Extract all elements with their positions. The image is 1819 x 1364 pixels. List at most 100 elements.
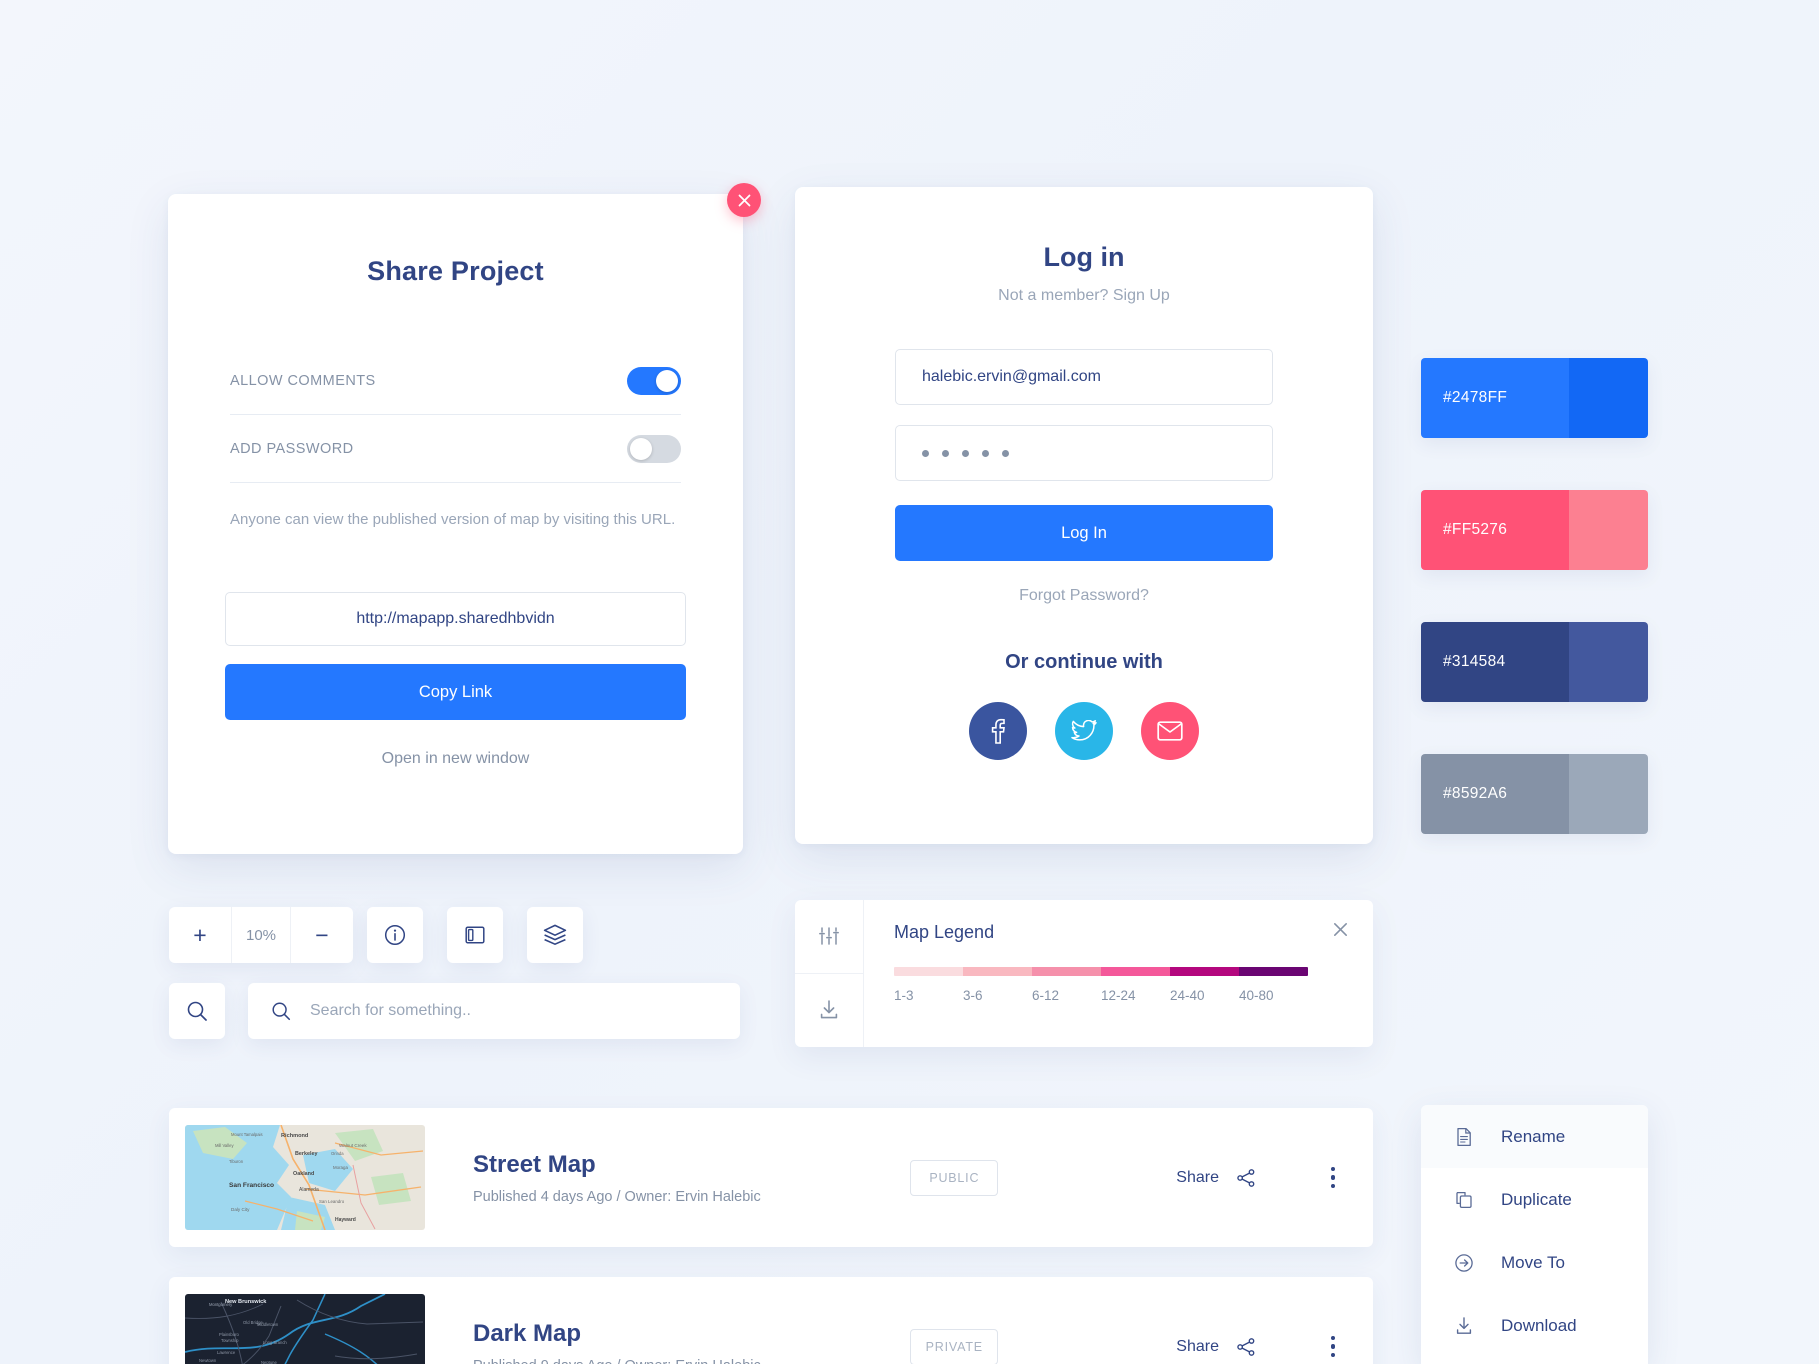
swatch-alt-shade <box>1569 358 1648 438</box>
map-list-item[interactable]: Montgomery New Brunswick Old Bridge Midd… <box>169 1277 1373 1364</box>
share-url-value: http://mapapp.sharedhbvidn <box>356 610 555 628</box>
allow-comments-toggle[interactable] <box>627 366 681 395</box>
color-swatch: #314584 <box>1421 622 1648 702</box>
copy-icon <box>1453 1189 1475 1211</box>
login-dialog: Log in Not a member? Sign Up halebic.erv… <box>795 187 1373 844</box>
app-canvas: Share Project ALLOW COMMENTS ADD PASSWOR… <box>0 0 1819 1364</box>
dot <box>1330 1335 1336 1341</box>
map-thumbnail-street: Mount Tamalpais Mill Valley Tiburon Rich… <box>185 1125 425 1230</box>
map-info: Dark Map Published 9 days Ago / Owner: E… <box>473 1320 910 1364</box>
forgot-password-link[interactable]: Forgot Password? <box>795 587 1373 605</box>
share-icon <box>1237 1337 1255 1356</box>
close-button[interactable] <box>727 183 761 217</box>
dot <box>1330 1166 1336 1172</box>
svg-text:Plainsboro: Plainsboro <box>219 1332 239 1337</box>
info-button[interactable] <box>367 907 423 963</box>
signup-link[interactable]: Not a member? Sign Up <box>795 287 1373 305</box>
svg-text:Moraga: Moraga <box>333 1165 348 1170</box>
filter-sliders-button[interactable] <box>795 900 863 974</box>
search-bar[interactable] <box>248 983 740 1039</box>
svg-text:Walnut Creek: Walnut Creek <box>339 1143 367 1148</box>
close-icon <box>1333 922 1347 936</box>
street-map-preview: Mount Tamalpais Mill Valley Tiburon Rich… <box>185 1125 425 1230</box>
copy-link-button[interactable]: Copy Link <box>225 664 686 721</box>
share-action[interactable]: Share <box>1176 1336 1257 1358</box>
facebook-icon <box>991 718 1005 744</box>
map-info: Street Map Published 4 days Ago / Owner:… <box>473 1151 910 1205</box>
share-project-title: Share Project <box>367 256 544 286</box>
share-label: Share <box>1176 1168 1219 1186</box>
swatch-alt-shade <box>1569 622 1648 702</box>
svg-text:Richmond: Richmond <box>281 1133 309 1139</box>
menu-item-label: Rename <box>1501 1126 1566 1146</box>
svg-text:Newtown: Newtown <box>199 1358 217 1363</box>
login-button[interactable]: Log In <box>895 505 1273 561</box>
search-icon <box>187 1001 207 1021</box>
svg-text:New Brunswick: New Brunswick <box>225 1299 267 1305</box>
social-login-group <box>795 702 1373 760</box>
legend-close-button[interactable] <box>1327 916 1353 942</box>
map-title: Street Map <box>473 1150 596 1178</box>
layers-button[interactable] <box>527 907 583 963</box>
row-overflow-menu-button[interactable] <box>1313 1158 1353 1198</box>
legend-download-button[interactable] <box>795 974 863 1048</box>
svg-text:Township: Township <box>221 1338 239 1343</box>
svg-text:San Leandro: San Leandro <box>319 1199 345 1204</box>
swatch-alt-shade <box>1569 754 1648 834</box>
panel-icon <box>465 926 485 944</box>
search-input[interactable] <box>310 1002 718 1020</box>
open-in-new-window-link[interactable]: Open in new window <box>168 750 743 768</box>
menu-item-move-to[interactable]: Move To <box>1421 1231 1648 1294</box>
zoom-control-group: + 10% − <box>169 907 353 963</box>
svg-text:Berkeley: Berkeley <box>295 1151 317 1157</box>
map-meta: Published 4 days Ago / Owner: Ervin Hale… <box>473 1188 761 1205</box>
panel-toggle-button[interactable] <box>447 907 503 963</box>
allow-comments-row: ALLOW COMMENTS <box>230 347 681 415</box>
email-value: halebic.ervin@gmail.com <box>922 368 1101 385</box>
menu-item-rename[interactable]: Rename <box>1421 1105 1648 1168</box>
facebook-login-button[interactable] <box>969 702 1027 760</box>
color-palette: #2478FF #FF5276 #314584 #8592A6 <box>1421 358 1648 886</box>
swatch-hex-label: #2478FF <box>1421 358 1569 438</box>
twitter-login-button[interactable] <box>1055 702 1113 760</box>
dot <box>1330 1183 1336 1189</box>
add-password-row: ADD PASSWORD <box>230 415 681 483</box>
email-login-button[interactable] <box>1141 702 1199 760</box>
legend-label: 12-24 <box>1101 988 1136 1003</box>
toggle-knob <box>630 437 652 460</box>
svg-text:Daly City: Daly City <box>231 1207 250 1212</box>
share-action[interactable]: Share <box>1176 1167 1257 1189</box>
email-field[interactable]: halebic.ervin@gmail.com <box>895 349 1273 405</box>
map-thumbnail-dark: Montgomery New Brunswick Old Bridge Midd… <box>185 1294 425 1364</box>
zoom-out-button[interactable]: − <box>291 907 353 963</box>
visibility-badge: PUBLIC <box>910 1159 999 1196</box>
legend-body: Map Legend 1-3 3-6 6-12 12-24 24-40 40-8… <box>864 900 1373 1047</box>
svg-text:Long Branch: Long Branch <box>263 1340 287 1345</box>
dot <box>1330 1175 1336 1180</box>
menu-item-label: Download <box>1501 1315 1577 1335</box>
svg-text:Tiburon: Tiburon <box>229 1159 244 1164</box>
menu-item-duplicate[interactable]: Duplicate <box>1421 1168 1648 1231</box>
svg-text:Oakland: Oakland <box>293 1171 314 1177</box>
document-icon <box>1453 1126 1475 1148</box>
menu-item-download[interactable]: Download <box>1421 1294 1648 1357</box>
search-button[interactable] <box>169 983 225 1039</box>
legend-band <box>894 967 963 976</box>
color-swatch: #FF5276 <box>1421 490 1648 570</box>
add-password-toggle[interactable] <box>627 434 681 463</box>
svg-text:Lawrence: Lawrence <box>217 1350 236 1355</box>
share-note: Anyone can view the published version of… <box>230 511 676 528</box>
zoom-in-button[interactable]: + <box>169 907 231 963</box>
svg-text:Middletown: Middletown <box>257 1322 279 1327</box>
row-context-menu: Rename Duplicate Move To Download <box>1421 1105 1648 1364</box>
color-swatch: #2478FF <box>1421 358 1648 438</box>
legend-title: Map Legend <box>894 922 995 942</box>
share-url-field[interactable]: http://mapapp.sharedhbvidn <box>225 592 686 647</box>
password-field[interactable] <box>895 425 1273 481</box>
row-overflow-menu-button[interactable] <box>1313 1327 1353 1364</box>
legend-tool-rail <box>795 900 864 1047</box>
close-icon <box>738 194 750 206</box>
or-continue-with-label: Or continue with <box>1005 651 1163 673</box>
toggle-knob <box>656 369 678 392</box>
map-list-item[interactable]: Mount Tamalpais Mill Valley Tiburon Rich… <box>169 1108 1373 1247</box>
